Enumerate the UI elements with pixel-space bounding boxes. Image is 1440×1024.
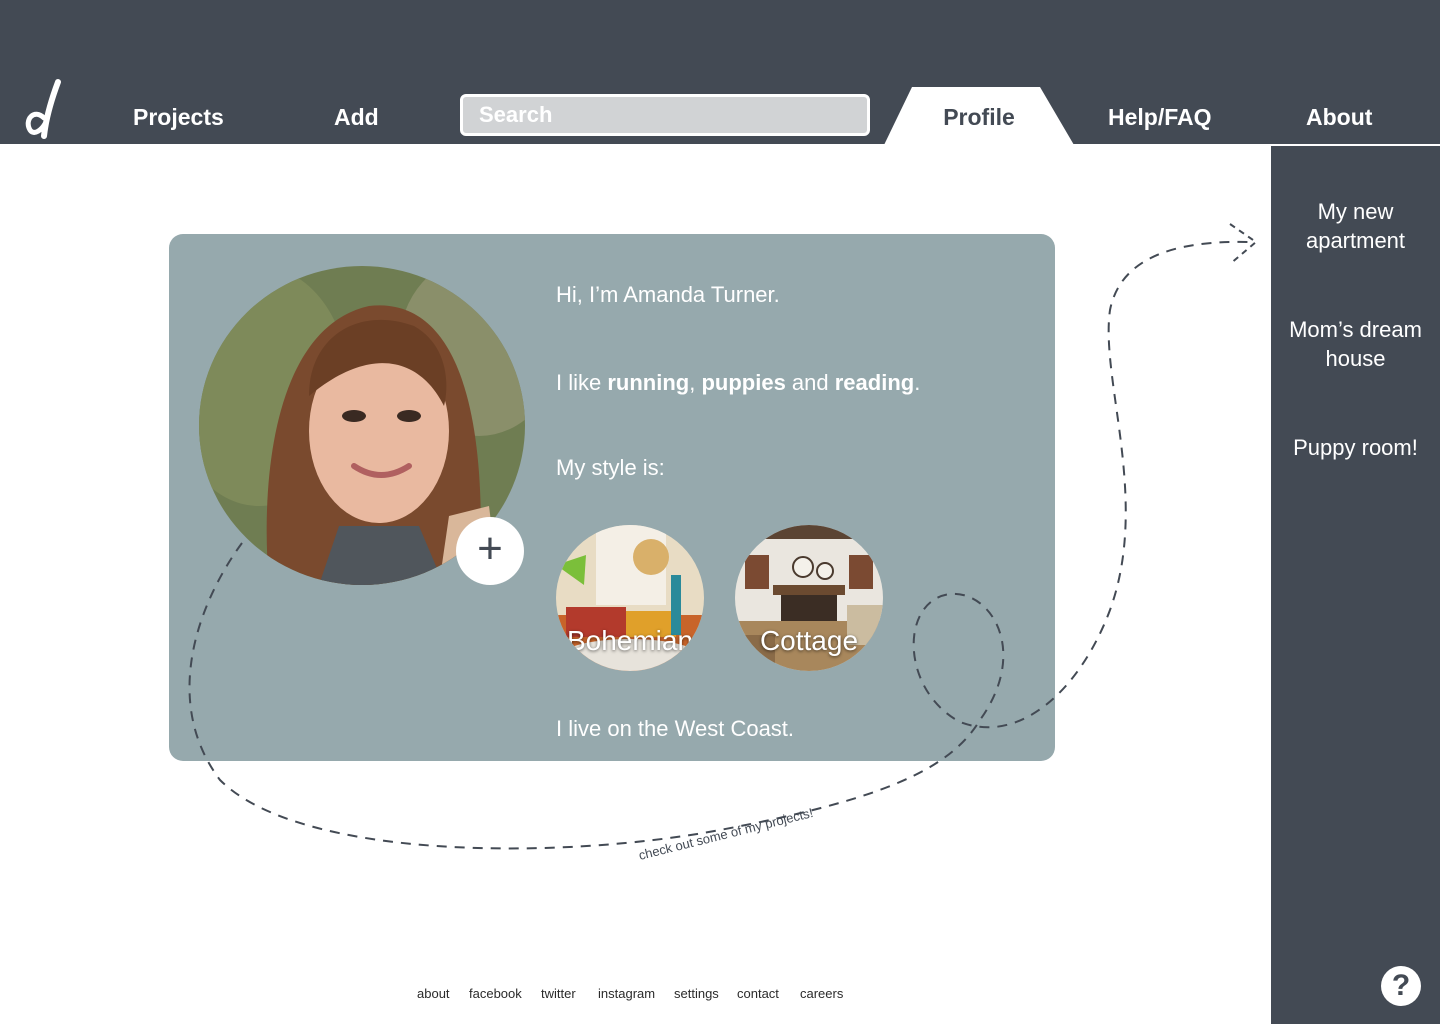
profile-card: + Hi, I’m Amanda Turner. I like running,… [169, 234, 1055, 761]
top-nav-bar: Projects Add Profile Help/FAQ About [0, 0, 1440, 145]
style-bohemian[interactable]: Bohemian [556, 525, 704, 671]
footer-link-settings[interactable]: settings [674, 986, 719, 1001]
like-reading: reading [834, 370, 915, 395]
style-bohemian-label: Bohemian [566, 625, 694, 656]
annotation-text: check out some of my projects! [637, 805, 814, 863]
tab-profile[interactable]: Profile [884, 87, 1074, 145]
nav-about[interactable]: About [1306, 104, 1372, 131]
nav-add[interactable]: Add [334, 104, 379, 131]
likes-period: . [914, 370, 921, 395]
footer-link-instagram[interactable]: instagram [598, 986, 655, 1001]
footer-link-careers[interactable]: careers [800, 986, 843, 1001]
tab-profile-label: Profile [943, 104, 1015, 130]
style-cottage[interactable]: Cottage [735, 525, 883, 671]
greeting-text: Hi, I’m Amanda Turner. [556, 282, 780, 307]
help-icon[interactable]: ? [1381, 966, 1421, 1006]
sidebar-item-puppy-room[interactable]: Puppy room! [1271, 433, 1440, 462]
sidebar-item-moms-dream-house[interactable]: Mom’s dream house [1271, 315, 1440, 373]
nav-projects[interactable]: Projects [133, 104, 224, 131]
likes-comma: , [689, 370, 702, 395]
sidebar-item-my-new-apartment[interactable]: My new apartment [1271, 197, 1440, 255]
nav-help-faq[interactable]: Help/FAQ [1108, 104, 1212, 131]
style-heading: My style is: [556, 455, 665, 480]
footer-link-contact[interactable]: contact [737, 986, 779, 1001]
projects-sidebar: My new apartment Mom’s dream house Puppy… [1271, 146, 1440, 1024]
likes-and: and [785, 370, 835, 395]
like-puppies: puppies [701, 370, 786, 395]
location-text: I live on the West Coast. [556, 716, 795, 741]
footer-link-twitter[interactable]: twitter [541, 986, 576, 1001]
footer-link-facebook[interactable]: facebook [469, 986, 522, 1001]
logo-icon[interactable] [22, 78, 66, 142]
add-photo-button[interactable]: + [456, 517, 524, 585]
like-running: running [607, 370, 690, 395]
style-cottage-label: Cottage [759, 625, 859, 656]
likes-text: I like running, puppies and reading. [556, 370, 920, 396]
search-input[interactable] [460, 94, 870, 136]
footer-link-about[interactable]: about [417, 986, 450, 1001]
likes-prefix: I like [556, 370, 608, 395]
